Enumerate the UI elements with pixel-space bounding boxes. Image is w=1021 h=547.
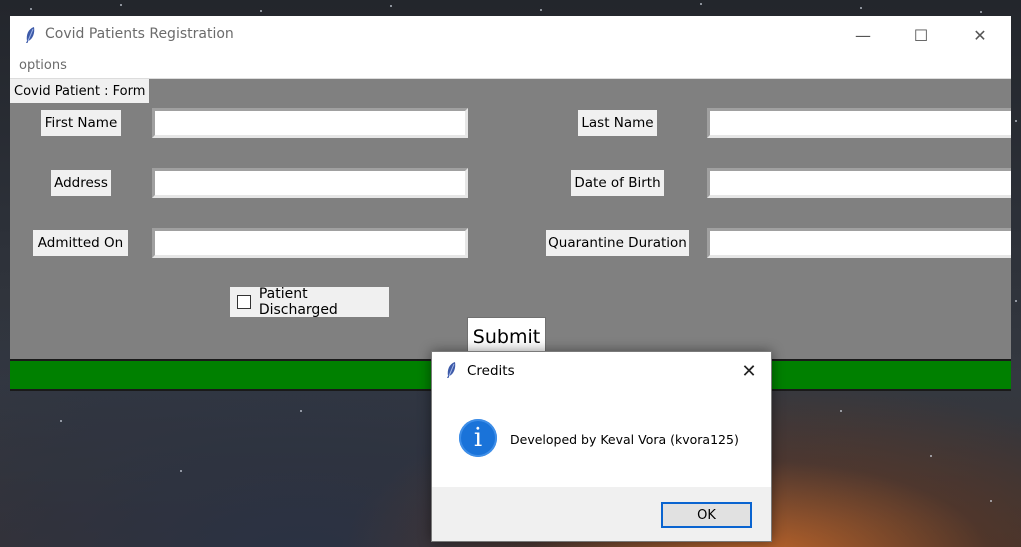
- date-of-birth-field[interactable]: [707, 168, 1011, 198]
- admitted-on-input[interactable]: [155, 231, 465, 255]
- first-name-label: First Name: [41, 110, 121, 136]
- info-icon-glyph: i: [473, 423, 483, 453]
- address-field[interactable]: [152, 168, 468, 198]
- close-button[interactable]: ✕: [951, 16, 1009, 54]
- ok-button[interactable]: OK: [661, 502, 752, 528]
- feather-icon: [26, 27, 35, 43]
- last-name-input[interactable]: [710, 111, 1011, 135]
- feather-icon: [447, 362, 456, 378]
- main-window: Covid Patients Registration — ☐ ✕ option…: [10, 16, 1011, 391]
- minimize-icon: —: [855, 25, 871, 45]
- date-of-birth-label: Date of Birth: [571, 170, 664, 196]
- window-titlebar[interactable]: Covid Patients Registration — ☐ ✕: [10, 16, 1011, 54]
- credits-dialog: Credits ✕ i Developed by Keval Vora (kvo…: [431, 351, 772, 542]
- patient-form: Covid Patient : Form First Name Last Nam…: [10, 79, 1011, 357]
- dialog-title: Credits: [467, 363, 515, 379]
- address-input[interactable]: [155, 171, 465, 195]
- dialog-message: Developed by Keval Vora (kvora125): [510, 432, 739, 447]
- date-of-birth-input[interactable]: [710, 171, 1011, 195]
- quarantine-duration-field[interactable]: [707, 228, 1011, 258]
- maximize-icon: ☐: [913, 25, 929, 45]
- dialog-titlebar[interactable]: Credits ✕: [432, 352, 771, 390]
- patient-discharged-label: Patient Discharged: [258, 286, 338, 318]
- first-name-input[interactable]: [155, 111, 465, 135]
- quarantine-duration-label: Quarantine Duration: [546, 230, 689, 256]
- close-icon: ✕: [973, 25, 987, 45]
- checkbox-icon[interactable]: [237, 295, 251, 309]
- dialog-footer: OK: [432, 487, 771, 541]
- address-label: Address: [51, 170, 111, 196]
- admitted-on-field[interactable]: [152, 228, 468, 258]
- close-icon: ✕: [741, 360, 757, 382]
- last-name-field[interactable]: [707, 108, 1011, 138]
- minimize-button[interactable]: —: [834, 16, 892, 54]
- window-title: Covid Patients Registration: [45, 26, 234, 42]
- quarantine-duration-input[interactable]: [710, 231, 1011, 255]
- first-name-field[interactable]: [152, 108, 468, 138]
- info-icon: i: [459, 419, 497, 457]
- form-frame-label: Covid Patient : Form: [10, 79, 150, 103]
- patient-discharged-checkbox[interactable]: Patient Discharged: [230, 286, 389, 318]
- menu-options[interactable]: options: [19, 58, 67, 73]
- last-name-label: Last Name: [578, 110, 657, 136]
- admitted-on-label: Admitted On: [33, 230, 128, 256]
- dialog-close-button[interactable]: ✕: [727, 352, 771, 390]
- menu-bar: options: [10, 54, 1011, 79]
- maximize-button[interactable]: ☐: [892, 16, 950, 54]
